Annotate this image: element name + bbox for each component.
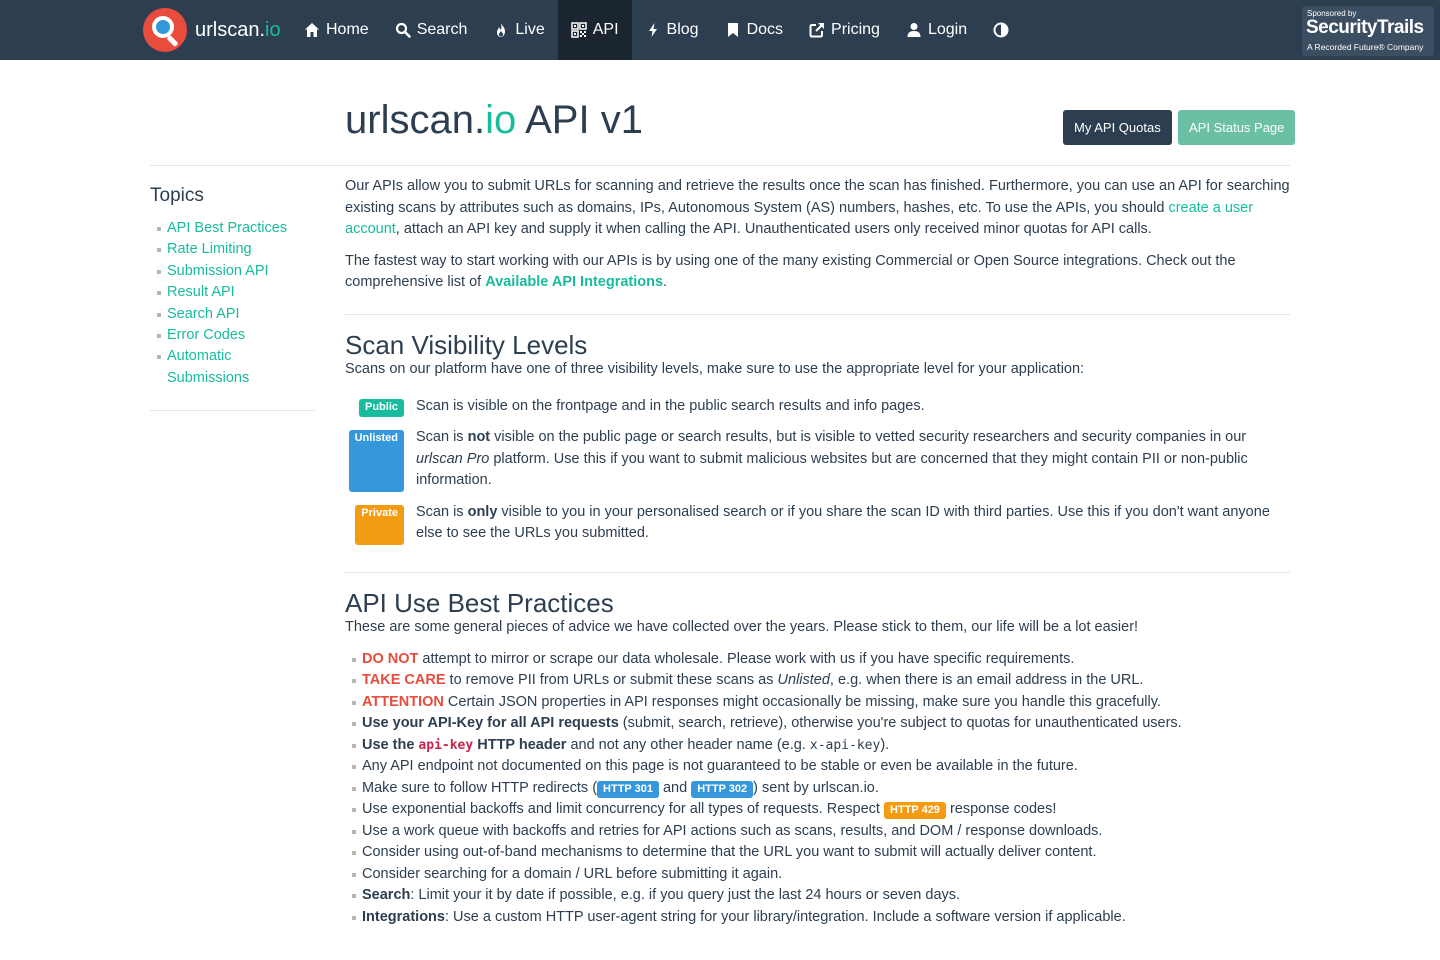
visibility-heading: Scan Visibility Levels <box>345 329 588 360</box>
list-item: Consider using out-of-band mechanisms to… <box>352 842 1290 864</box>
topic-link-error-codes[interactable]: Error Codes <box>157 325 307 346</box>
urlscan-logo-icon <box>143 8 187 52</box>
nav-api[interactable]: API <box>557 0 632 60</box>
integrations-paragraph: The fastest way to start working with ou… <box>345 252 1236 291</box>
user-icon <box>906 22 922 38</box>
best-practices-list: DO NOT attempt to mirror or scrape our d… <box>352 649 1290 929</box>
topic-link-search-api[interactable]: Search API <box>157 304 307 325</box>
nav-pricing[interactable]: Pricing <box>796 0 893 60</box>
public-description: Scan is visible on the frontpage and in … <box>416 397 925 414</box>
nav-search[interactable]: Search <box>382 0 481 60</box>
nav-blog[interactable]: Blog <box>632 0 712 60</box>
unlisted-badge: Unlisted <box>348 430 404 492</box>
best-practices-intro: These are some general pieces of advice … <box>345 619 1139 635</box>
external-link-icon <box>809 22 825 38</box>
topic-link-automatic-submissions[interactable]: Automatic Submissions <box>157 346 307 389</box>
nav-blog-label: Blog <box>666 21 699 38</box>
nav-live-label: Live <box>515 21 545 38</box>
nav-home-label: Home <box>326 21 369 38</box>
contrast-icon <box>993 22 1009 38</box>
http-301-badge: HTTP 301 <box>597 780 659 798</box>
nav-search-label: Search <box>416 21 468 38</box>
nav-live[interactable]: Live <box>480 0 557 60</box>
x-api-key-code: x-api-key <box>809 737 881 753</box>
http-429-badge: HTTP 429 <box>884 802 946 819</box>
list-item: Use a work queue with backoffs and retri… <box>352 821 1290 843</box>
list-item: DO NOT attempt to mirror or scrape our d… <box>352 649 1290 671</box>
api-integrations-link[interactable]: Available API Integrations <box>485 274 663 290</box>
section-divider <box>345 571 1290 573</box>
sponsor-company: A Recorded Future® Company <box>1307 42 1424 52</box>
visibility-private-row: Private Scan is only visible to you in y… <box>345 502 1290 545</box>
sponsor-name: SecurityTrails <box>1306 17 1424 38</box>
brand-link[interactable]: urlscan.io <box>143 8 281 52</box>
nav-home[interactable]: Home <box>291 0 382 60</box>
nav-docs[interactable]: Docs <box>712 0 796 60</box>
home-icon <box>304 22 320 38</box>
main-content: Our APIs allow you to submit URLs for sc… <box>345 176 1290 928</box>
search-icon <box>395 22 411 38</box>
nav-api-label: API <box>592 21 619 38</box>
list-item: Integrations: Use a custom HTTP user-age… <box>352 907 1290 929</box>
sidebar-divider <box>150 410 315 411</box>
nav-docs-label: Docs <box>746 21 784 38</box>
topic-link-result-api[interactable]: Result API <box>157 282 307 303</box>
best-practices-heading: API Use Best Practices <box>345 587 614 618</box>
page-title: urlscan.io API v1 <box>345 98 643 142</box>
private-description: Scan is only visible to you in your pers… <box>416 503 1270 542</box>
api-status-page-button[interactable]: API Status Page <box>1178 110 1296 145</box>
nav-login-label: Login <box>927 21 968 38</box>
list-item: Search: Limit your it by date if possibl… <box>352 885 1290 907</box>
list-item: TAKE CARE to remove PII from URLs or sub… <box>352 670 1290 692</box>
theme-toggle[interactable] <box>980 0 1028 60</box>
section-divider <box>345 313 1290 315</box>
visibility-intro: Scans on our platform have one of three … <box>345 361 1085 377</box>
topics-list: API Best Practices Rate Limiting Submiss… <box>157 218 307 389</box>
brand-name: urlscan.io <box>195 18 281 41</box>
header-divider <box>150 165 1290 166</box>
api-key-code: api-key <box>418 737 474 753</box>
list-item: ATTENTION Certain JSON properties in API… <box>352 692 1290 714</box>
nav-pricing-label: Pricing <box>831 21 880 38</box>
list-item: Use the api-key HTTP header and not any … <box>352 735 1290 757</box>
list-item: Use exponential backoffs and limit concu… <box>352 799 1290 821</box>
list-item: Use your API-Key for all API requests (s… <box>352 713 1290 735</box>
topic-link-api-best-practices[interactable]: API Best Practices <box>157 218 307 239</box>
nav-login[interactable]: Login <box>893 0 980 60</box>
intro-paragraph: Our APIs allow you to submit URLs for sc… <box>345 178 1290 237</box>
main-nav: Home Search Live API Blog Docs Pricing L… <box>291 0 1028 60</box>
unlisted-description: Scan is not visible on the public page o… <box>416 429 1248 488</box>
bolt-icon <box>645 22 661 38</box>
public-badge: Public <box>358 398 404 417</box>
fire-icon <box>493 22 509 38</box>
bookmark-icon <box>725 22 741 38</box>
navbar: urlscan.io Home Search Live API Blog Doc… <box>0 0 1440 60</box>
topics-heading: Topics <box>150 185 204 206</box>
list-item: Make sure to follow HTTP redirects (HTTP… <box>352 778 1290 800</box>
my-api-quotas-button[interactable]: My API Quotas <box>1063 110 1172 145</box>
qrcode-icon <box>571 22 587 38</box>
visibility-unlisted-row: Unlisted Scan is not visible on the publ… <box>345 427 1290 492</box>
private-badge: Private <box>355 504 404 545</box>
topic-link-submission-api[interactable]: Submission API <box>157 261 307 282</box>
visibility-public-row: Public Scan is visible on the frontpage … <box>345 396 1290 417</box>
http-302-badge: HTTP 302 <box>691 780 754 798</box>
topic-link-rate-limiting[interactable]: Rate Limiting <box>157 239 307 260</box>
sponsor-banner[interactable]: Sponsored by SecurityTrails A Recorded F… <box>1302 6 1434 56</box>
list-item: Any API endpoint not documented on this … <box>352 756 1290 778</box>
list-item: Consider searching for a domain / URL be… <box>352 864 1290 886</box>
